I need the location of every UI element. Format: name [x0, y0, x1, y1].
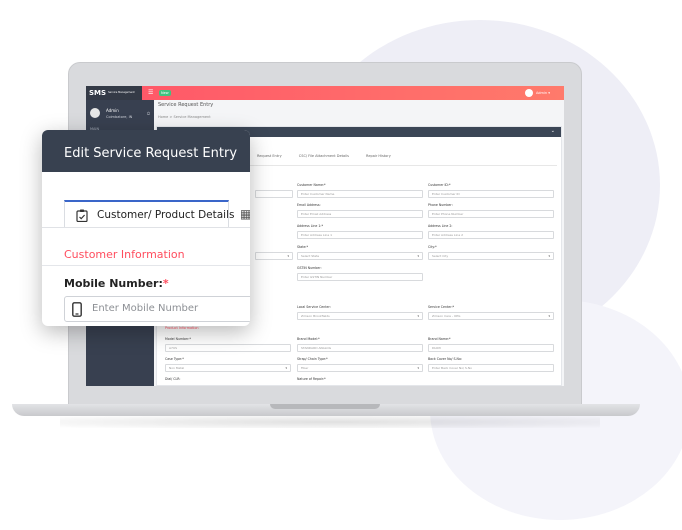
customer-id-label: Customer ID:* — [428, 183, 451, 187]
state-value: Select State — [301, 254, 320, 258]
local-center-select[interactable]: Zimson Brookfields ▾ — [297, 312, 423, 320]
customer-id-input[interactable]: Enter Customer ID — [428, 190, 554, 198]
dial-label: Dial/ CLR: — [165, 377, 181, 381]
phone-label: Phone Number: — [428, 203, 453, 207]
dropdown-icon: ▾ — [417, 366, 419, 370]
top-bar — [86, 86, 564, 100]
service-center-value: Zimson Care - OPG — [432, 314, 461, 318]
edit-request-card: Edit Service Request Entry Customer/ Pro… — [42, 130, 250, 326]
card-title: Edit Service Request Entry — [42, 130, 250, 172]
city-label: City:* — [428, 245, 437, 249]
state-label: State:* — [297, 245, 309, 249]
dropdown-icon: ▾ — [287, 254, 289, 258]
address1-input[interactable]: Enter Address Line 1 — [297, 231, 423, 239]
brand-name-input[interactable]: DIAMI — [428, 344, 554, 352]
card-tabs: Customer/ Product Details ▦ — [64, 200, 250, 228]
local-center-label: Local Service Center: — [297, 305, 331, 309]
mobile-phone-icon — [72, 302, 82, 317]
tab-request-entry[interactable]: Request Entry — [257, 154, 282, 158]
brand-text: SMS — [89, 89, 107, 97]
case-type-select[interactable]: Non Metal ▾ — [165, 364, 291, 372]
left-field-input[interactable] — [255, 190, 293, 198]
city-value: Select City — [432, 254, 449, 258]
product-section-heading: Product Information — [165, 326, 199, 330]
customer-name-label: Customer Name:* — [297, 183, 326, 187]
admin-menu[interactable]: Admin ▾ — [524, 89, 550, 97]
customer-name-input[interactable]: Enter Customer Name — [297, 190, 423, 198]
address1-label: Address Line 1:* — [297, 224, 324, 228]
address2-label: Address Line 2: — [428, 224, 453, 228]
service-center-label: Service Center:* — [428, 305, 455, 309]
nature-label: Nature of Repair:* — [297, 377, 326, 381]
mobile-number-label: Mobile Number:* — [64, 277, 169, 290]
back-cover-label: Back Cover No/ S.No: — [428, 357, 462, 361]
brand-model-label: Brand Model:* — [297, 337, 320, 341]
tab-label: Customer/ Product Details — [97, 209, 235, 221]
case-type-value: Non Metal — [169, 366, 185, 370]
calculator-icon[interactable]: ▦ — [240, 207, 250, 221]
dropdown-icon: ▾ — [285, 366, 287, 370]
customer-info-heading: Customer Information — [64, 248, 185, 261]
dropdown-icon: ▾ — [548, 314, 550, 318]
city-select[interactable]: Select City ▾ — [428, 252, 554, 260]
tab-customer-product-details[interactable]: Customer/ Product Details — [64, 200, 234, 228]
back-cover-input[interactable]: Enter Back Cover No/ S.No — [428, 364, 554, 372]
user-location: Coimbatore, IN — [106, 115, 133, 119]
strap-type-value: Fiber — [301, 366, 309, 370]
gstin-input[interactable]: Enter GSTIN Number — [297, 273, 423, 281]
tab-repair-history[interactable]: Repair History — [366, 154, 391, 158]
state-select[interactable]: Select State ▾ — [297, 252, 423, 260]
power-icon[interactable]: ⏻ — [147, 111, 150, 116]
menu-icon[interactable]: ☰ — [148, 90, 154, 96]
brand-logo[interactable]: SMSService Management System — [86, 86, 142, 108]
model-input[interactable]: A7US — [165, 344, 291, 352]
email-input[interactable]: Enter Email Address — [297, 210, 423, 218]
model-label: Model Number:* — [165, 337, 191, 341]
admin-label: Admin ▾ — [535, 91, 550, 95]
brand-name-label: Brand Name:* — [428, 337, 451, 341]
user-name: Admin — [106, 108, 119, 113]
section-divider — [42, 265, 250, 266]
mobile-label-text: Mobile Number: — [64, 277, 163, 290]
email-label: Email Address: — [297, 203, 321, 207]
brand-model-input[interactable]: STANDARD ANALOG — [297, 344, 423, 352]
page-title: Service Request Entry — [158, 102, 214, 108]
gstin-label: GSTIN Number: — [297, 266, 322, 270]
strap-type-label: Strap/ Chain Type:* — [297, 357, 328, 361]
laptop-notch — [270, 404, 380, 409]
phone-input[interactable]: Enter Phone Number — [428, 210, 554, 218]
tab-bar: Request Entry CSC/ File Attachment Detai… — [257, 154, 407, 158]
tab-attachments[interactable]: CSC/ File Attachment Details — [299, 154, 349, 158]
left-select[interactable]: ▾ — [255, 252, 293, 260]
mobile-placeholder: Enter Mobile Number — [92, 303, 199, 314]
laptop-shadow — [60, 416, 600, 428]
required-marker: * — [162, 277, 169, 290]
service-center-select[interactable]: Zimson Care - OPG ▾ — [428, 312, 554, 320]
strap-type-select[interactable]: Fiber ▾ — [297, 364, 423, 372]
breadcrumb: Home > Service Management — [158, 115, 211, 119]
chevron-down-icon[interactable]: ⌄ — [551, 128, 555, 134]
avatar — [524, 89, 533, 97]
dropdown-icon: ▾ — [417, 314, 419, 318]
user-avatar — [90, 108, 100, 118]
case-type-label: Case Type:* — [165, 357, 184, 361]
new-badge[interactable]: New — [159, 90, 171, 96]
dropdown-icon: ▾ — [548, 254, 550, 258]
stage: SMSService Management System ☰ New Admin… — [0, 0, 682, 530]
sidebar-user: Admin Coimbatore, IN ⏻ — [90, 106, 150, 122]
clipboard-icon — [76, 209, 88, 222]
mobile-number-input[interactable]: Enter Mobile Number — [64, 296, 250, 322]
local-center-value: Zimson Brookfields — [301, 314, 330, 318]
dropdown-icon: ▾ — [417, 254, 419, 258]
tab-underline — [42, 227, 250, 228]
address2-input[interactable]: Enter Address Line 2 — [428, 231, 554, 239]
